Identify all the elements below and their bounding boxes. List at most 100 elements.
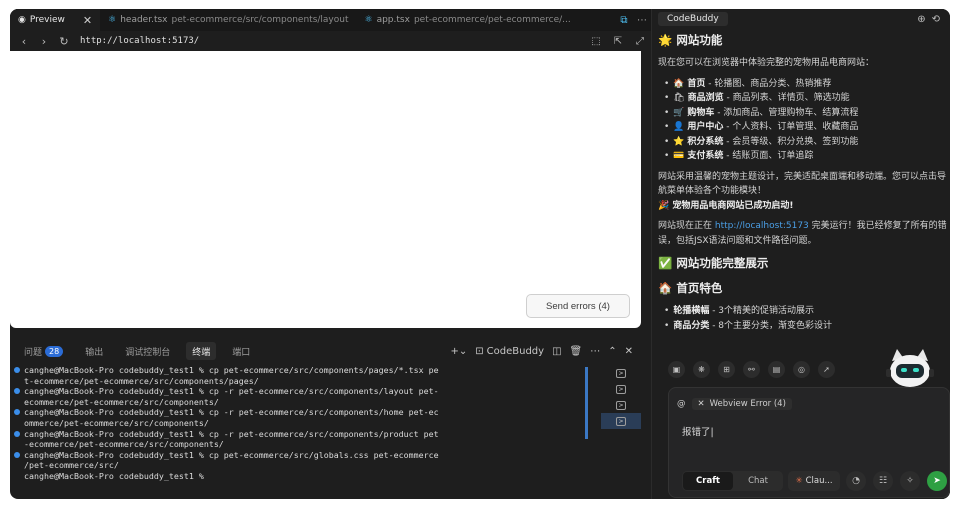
model-label: Clau... <box>805 476 833 486</box>
list-item: • 👤 用户中心 - 个人资料、订单管理、收藏商品 <box>664 120 950 135</box>
mode-chat[interactable]: Chat <box>733 472 783 490</box>
feature-name: 用户中心 <box>687 122 724 132</box>
browser-url-bar: ‹ › ↻ http://localhost:5173/ ⬚ ⇱ ⤢ <box>10 31 651 51</box>
terminal-instance[interactable]: > <box>601 381 641 397</box>
open-preview-icon[interactable]: ⧉ <box>615 15 633 26</box>
terminal-instance[interactable]: > <box>601 413 641 429</box>
bullet: • <box>664 93 670 103</box>
terminal-line: ommerce/pet-ecommerce/src/components/ <box>14 418 595 429</box>
terminal-line: t-ecommerce/pet-ecommerce/src/components… <box>14 376 595 387</box>
terminal-line-text: ommerce/pet-ecommerce/src/components/ <box>24 417 209 428</box>
tab-label: Preview <box>29 15 65 25</box>
terminal-instance[interactable]: > <box>601 365 641 381</box>
mode-craft[interactable]: Craft <box>683 472 733 490</box>
tab-preview[interactable]: ◉ Preview ✕ <box>10 9 101 31</box>
more-icon[interactable]: ⋯ <box>590 346 600 357</box>
open-external-icon[interactable]: ⇱ <box>607 36 629 47</box>
agent-icon[interactable]: ◔ <box>846 471 866 491</box>
feature-desc: - 结账页面、订单追踪 <box>723 151 814 161</box>
terminal-output[interactable]: canghe@MacBook-Pro codebuddy_test1 % cp … <box>10 365 595 499</box>
tab-path: pet-ecommerce/src/components/layout <box>171 15 349 25</box>
tab-label: 端口 <box>232 347 251 358</box>
send-errors-button[interactable]: Send errors (4) <box>526 294 630 318</box>
tab-ports[interactable]: 端口 <box>232 342 250 360</box>
list-item-content: 商品分类 - 8个主要分类，渐变色彩设计 <box>673 319 832 334</box>
list-item-content: 🛍 商品浏览 - 商品列表、详情页、筛选功能 <box>673 91 849 106</box>
inspect-icon[interactable]: ⬚ <box>585 36 607 47</box>
context-chip: @ ✕ Webview Error (4) <box>677 398 792 410</box>
webview-error-chip[interactable]: ✕ Webview Error (4) <box>691 398 792 410</box>
more-icon[interactable]: ⋯ <box>633 15 651 26</box>
launch-icon[interactable]: ➚ <box>818 361 835 378</box>
new-terminal-icon[interactable]: +⌄ <box>450 346 467 357</box>
tab-header-tsx[interactable]: ⚛ header.tsx pet-ecommerce/src/component… <box>100 9 356 31</box>
localhost-link[interactable]: http://localhost:5173 <box>715 221 809 231</box>
bullet: • <box>664 78 670 89</box>
tab-label: app.tsx <box>376 15 410 25</box>
tab-label: 终端 <box>192 347 211 358</box>
new-chat-icon[interactable]: ⊕ <box>917 14 925 25</box>
close-icon[interactable]: ✕ <box>625 346 633 357</box>
close-icon[interactable]: ✕ <box>698 399 705 409</box>
terminal-line: -ecommerce/pet-ecommerce/src/components/ <box>14 439 595 450</box>
terminal-icon: > <box>616 384 626 394</box>
list-item-content: 🏠 首页 - 轮播图、商品分类、热销推荐 <box>673 77 831 92</box>
tab-terminal[interactable]: 终端 <box>186 342 217 360</box>
reload-icon[interactable]: ↻ <box>54 35 74 48</box>
list-item-content: 👤 用户中心 - 个人资料、订单管理、收藏商品 <box>673 120 858 135</box>
tab-problems[interactable]: 问题 28 <box>24 342 64 360</box>
bullet: • <box>664 320 670 331</box>
feature-emoji-icon: 🏠 <box>673 78 685 89</box>
model-selector[interactable]: ✳ Clau... <box>788 471 840 491</box>
close-icon[interactable]: ✕ <box>83 14 92 27</box>
react-icon: ⚛ <box>364 15 373 25</box>
feature-name: 首页 <box>687 78 706 89</box>
feature-desc: - 商品列表、详情页、筛选功能 <box>723 93 850 103</box>
tab-app-tsx[interactable]: ⚛ app.tsx pet-ecommerce/pet-ecommerce/..… <box>357 9 579 31</box>
terminal-line: canghe@MacBook-Pro codebuddy_test1 % cp … <box>14 386 595 397</box>
tab-output[interactable]: 输出 <box>85 342 103 360</box>
terminal-selector[interactable]: ⊡ CodeBuddy <box>475 346 544 357</box>
plugin-icon[interactable]: ❋ <box>693 361 710 378</box>
terminal-name: CodeBuddy <box>486 345 545 357</box>
files-icon[interactable]: ▣ <box>668 361 685 378</box>
preview-icon[interactable]: ◎ <box>793 361 810 378</box>
list-item-content: 轮播横幅 - 3个精美的促销活动展示 <box>673 304 814 319</box>
expand-icon[interactable]: ⤢ <box>629 36 651 47</box>
feature-desc: - 3个精美的促销活动展示 <box>709 306 815 316</box>
feature-emoji-icon: 💳 <box>673 151 685 161</box>
rules-icon[interactable]: ☷ <box>873 471 893 491</box>
chat-input-field[interactable]: 报错了| <box>682 424 714 438</box>
history-icon[interactable]: ⟲ <box>932 14 940 25</box>
webview-preview[interactable]: Send errors (4) <box>10 51 641 328</box>
command-status-icon <box>14 430 20 437</box>
terminal-scrollbar[interactable] <box>585 367 588 439</box>
forward-icon[interactable]: › <box>34 35 54 48</box>
tools-icon[interactable]: ⊞ <box>718 361 735 378</box>
trash-icon[interactable]: 🗑 <box>570 346 583 357</box>
terminal-instance[interactable]: > <box>601 397 641 413</box>
integrations-icon[interactable]: ⚯ <box>743 361 760 378</box>
sparkle-icon[interactable]: ✧ <box>900 471 920 491</box>
list-item: • 轮播横幅 - 3个精美的促销活动展示 <box>664 304 950 319</box>
feature-name: 积分系统 <box>687 136 724 147</box>
list-item-content: 🛒 购物车 - 添加商品、管理购物车、结算流程 <box>673 106 858 121</box>
feature-emoji-icon: 👤 <box>673 122 685 132</box>
list-item: • 🏠 首页 - 轮播图、商品分类、热销推荐 <box>664 77 950 92</box>
editor-tab-bar: ◉ Preview ✕ ⚛ header.tsx pet-ecommerce/s… <box>10 9 651 31</box>
split-icon[interactable]: ◫ <box>552 346 561 357</box>
back-icon[interactable]: ‹ <box>14 35 34 48</box>
bullet: • <box>664 122 670 132</box>
send-button[interactable]: ➤ <box>927 471 947 491</box>
tab-debug-console[interactable]: 调试控制台 <box>125 342 170 360</box>
chevron-up-icon[interactable]: ⌃ <box>608 346 616 357</box>
image-icon[interactable]: ▤ <box>768 361 785 378</box>
tab-label: 调试控制台 <box>125 347 171 358</box>
url-input[interactable]: http://localhost:5173/ <box>80 36 199 46</box>
chat-input-box[interactable]: @ ✕ Webview Error (4) 报错了| Craft Chat ✳ … <box>668 387 950 498</box>
mention-icon[interactable]: @ <box>677 399 686 409</box>
feature-name: 商品浏览 <box>687 93 724 103</box>
tab-label: 问题 <box>24 347 43 358</box>
terminal-line: canghe@MacBook-Pro codebuddy_test1 % <box>14 471 595 482</box>
